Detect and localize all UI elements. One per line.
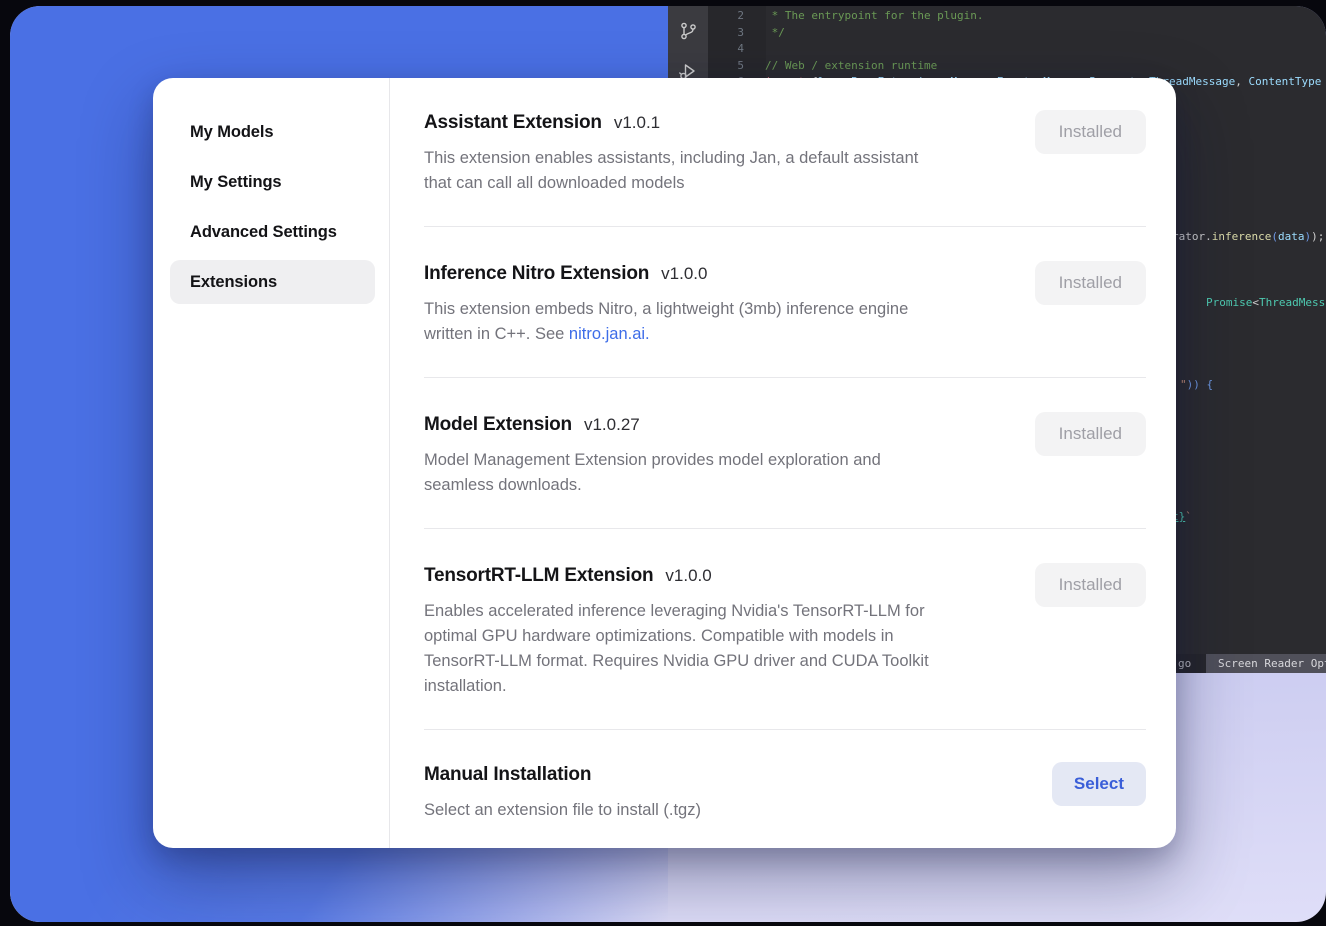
- extension-info: Assistant Extension v1.0.1 This extension …: [424, 110, 918, 196]
- sidebar-item-my-settings[interactable]: My Settings: [170, 160, 375, 204]
- extension-description: Model Management Extension provides mode…: [424, 448, 881, 498]
- code-token: (: [1271, 230, 1278, 243]
- extension-version: v1.0.0: [661, 264, 707, 284]
- code-token: );: [1311, 230, 1324, 243]
- code-token: `: [1185, 510, 1192, 523]
- extension-row-model-extension: Model Extension v1.0.27 Model Management E…: [424, 378, 1146, 529]
- extension-row-tensortrt-llm-extension: TensortRT-LLM Extension v1.0.0 Enables acc…: [424, 529, 1146, 730]
- code-token: rator.: [1172, 230, 1212, 243]
- code-token: ,: [1235, 75, 1248, 88]
- extension-row-inference-nitro-extension: Inference Nitro Extension v1.0.0 This exte…: [424, 227, 1146, 378]
- code-token: inference: [1212, 230, 1272, 243]
- code-token: ": [1180, 378, 1187, 391]
- extension-info: Inference Nitro Extension v1.0.0 This exte…: [424, 261, 908, 347]
- settings-sidebar: My Models My Settings Advanced Settings Ext…: [153, 78, 390, 848]
- installed-button[interactable]: Installed: [1035, 412, 1146, 456]
- description-text: that can call all downloaded models: [424, 174, 685, 192]
- code-line: 3 */: [708, 25, 1326, 42]
- code-line: 5 // Web / extension runtime: [708, 58, 1326, 75]
- description-text: This extension enables assistants, inclu…: [424, 149, 918, 167]
- code-line: 2 * The entrypoint for the plugin.: [708, 8, 1326, 25]
- description-text: optimal GPU hardware optimizations. Comp…: [424, 627, 894, 645]
- code-token: <: [1252, 296, 1259, 309]
- extension-description: This extension enables assistants, inclu…: [424, 146, 918, 196]
- extension-name: TensortRT-LLM Extension: [424, 563, 653, 589]
- code-fragment: ")) {: [1180, 378, 1213, 392]
- line-number: 4: [708, 41, 744, 58]
- extension-title-line: Manual Installation: [424, 762, 701, 788]
- extension-title-line: Model Extension v1.0.27: [424, 412, 881, 438]
- extension-name: Assistant Extension: [424, 110, 602, 136]
- extensions-list: Assistant Extension v1.0.1 This extension …: [390, 78, 1176, 848]
- code-token: // Web / extension runtime: [765, 59, 937, 72]
- code-token: data: [1278, 230, 1305, 243]
- installed-button[interactable]: Installed: [1035, 110, 1146, 154]
- sidebar-item-extensions[interactable]: Extensions: [170, 260, 375, 304]
- code-line: 4: [708, 41, 1326, 58]
- settings-modal: My Models My Settings Advanced Settings Ext…: [153, 78, 1176, 848]
- description-text: installation.: [424, 677, 507, 695]
- extension-version: v1.0.1: [614, 113, 660, 133]
- extension-row-assistant-extension: Assistant Extension v1.0.1 This extension …: [424, 110, 1146, 227]
- code-token: Promise: [1206, 296, 1252, 309]
- code-token: )): [1187, 378, 1207, 391]
- extension-info: Manual Installation Select an extension f…: [424, 762, 701, 823]
- app-window: 2 * The entrypoint for the plugin.3 */45…: [10, 6, 1326, 922]
- nitro-jan-ai-link[interactable]: nitro.jan.ai.: [569, 325, 650, 343]
- code-token: ThreadMessage: [1259, 296, 1326, 309]
- extension-info: Model Extension v1.0.27 Model Management E…: [424, 412, 881, 498]
- screen-reader-mode-badge[interactable]: Screen Reader Optimize: [1206, 654, 1326, 673]
- sidebar-item-advanced-settings[interactable]: Advanced Settings: [170, 210, 375, 254]
- extension-row-manual-installation: Manual Installation Select an extension f…: [424, 730, 1146, 845]
- extension-description: Enables accelerated inference leveraging…: [424, 599, 929, 699]
- extension-name: Model Extension: [424, 412, 572, 438]
- description-text: written in C++. See: [424, 325, 569, 343]
- extension-name: Manual Installation: [424, 762, 591, 788]
- code-token: * The entrypoint for the plugin.: [765, 9, 984, 22]
- code-fragment: Promise<ThreadMessage>: [1206, 296, 1326, 310]
- description-text: Enables accelerated inference leveraging…: [424, 602, 925, 620]
- description-text: This extension embeds Nitro, a lightweig…: [424, 300, 908, 318]
- extension-title-line: Inference Nitro Extension v1.0.0: [424, 261, 908, 287]
- extension-title-line: TensortRT-LLM Extension v1.0.0: [424, 563, 929, 589]
- code-token: ContentType: [1249, 75, 1322, 88]
- statusbar-time-text: go: [1178, 654, 1191, 673]
- extension-version: v1.0.27: [584, 415, 640, 435]
- installed-button[interactable]: Installed: [1035, 261, 1146, 305]
- line-number: 2: [708, 8, 744, 25]
- select-button[interactable]: Select: [1052, 762, 1146, 806]
- line-number: 5: [708, 58, 744, 75]
- installed-button[interactable]: Installed: [1035, 563, 1146, 607]
- extension-version: v1.0.0: [665, 566, 711, 586]
- extension-title-line: Assistant Extension v1.0.1: [424, 110, 918, 136]
- source-control-icon[interactable]: [678, 21, 698, 41]
- description-text: TensorRT-LLM format. Requires Nvidia GPU…: [424, 652, 929, 670]
- extension-description: Select an extension file to install (.tg…: [424, 798, 701, 823]
- description-text: seamless downloads.: [424, 476, 582, 494]
- code-fragment: rator.inference(data));: [1172, 230, 1324, 244]
- extension-description: This extension embeds Nitro, a lightweig…: [424, 297, 908, 347]
- code-token: {: [1207, 378, 1214, 391]
- code-token: */: [765, 26, 785, 39]
- sidebar-item-my-models[interactable]: My Models: [170, 110, 375, 154]
- extension-info: TensortRT-LLM Extension v1.0.0 Enables acc…: [424, 563, 929, 699]
- extension-name: Inference Nitro Extension: [424, 261, 649, 287]
- description-text: Model Management Extension provides mode…: [424, 451, 881, 469]
- description-text: Select an extension file to install (.tg…: [424, 801, 701, 819]
- line-number: 3: [708, 25, 744, 42]
